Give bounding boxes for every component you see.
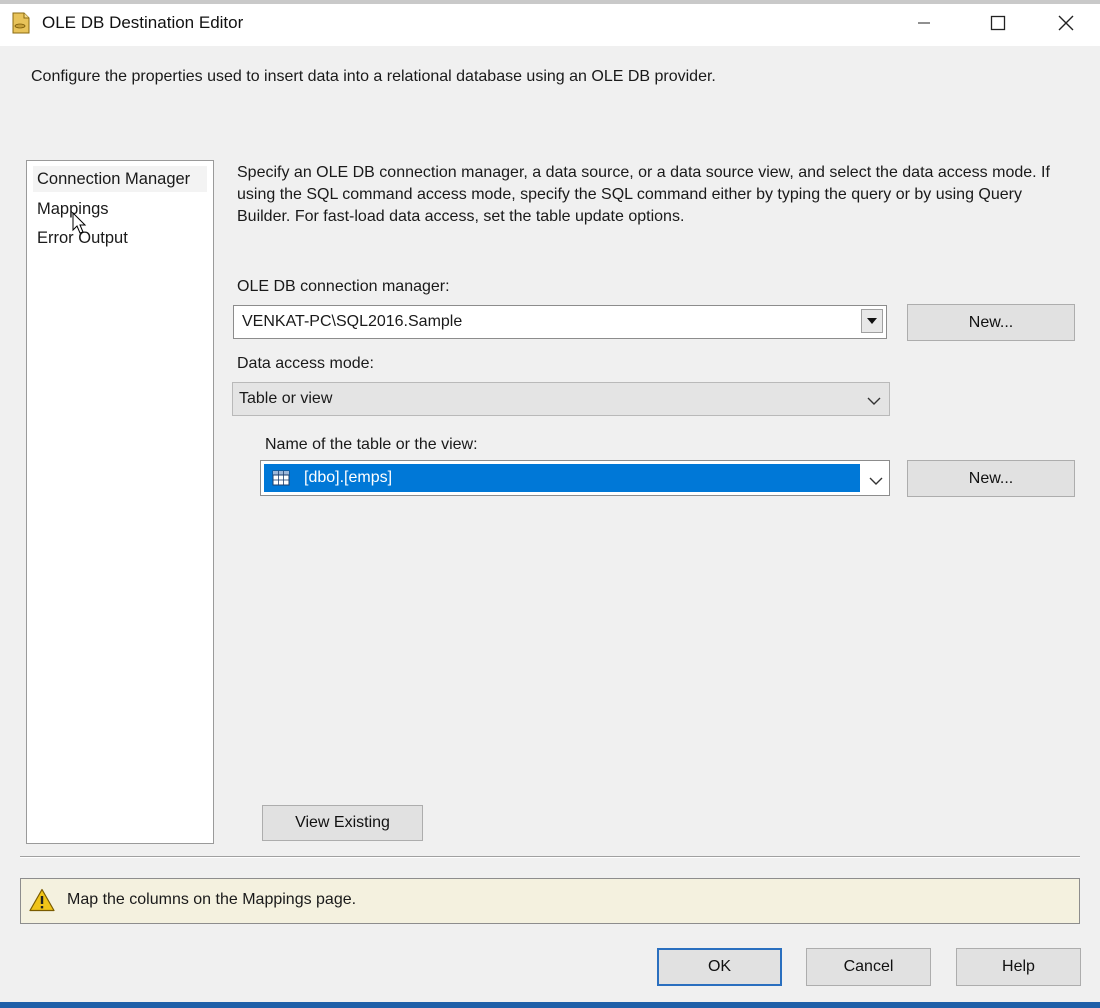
- maximize-icon: [990, 15, 1006, 31]
- minimize-button[interactable]: [904, 6, 944, 40]
- close-button[interactable]: [1046, 6, 1086, 40]
- dialog-description: Configure the properties used to insert …: [31, 68, 716, 85]
- nav-item-mappings[interactable]: Mappings: [33, 196, 207, 222]
- connection-manager-value: VENKAT-PC\SQL2016.Sample: [242, 313, 463, 330]
- connection-manager-label: OLE DB connection manager:: [237, 278, 450, 295]
- title-bar: OLE DB Destination Editor: [0, 0, 1100, 46]
- data-access-mode-value: Table or view: [239, 390, 333, 407]
- message-text: Map the columns on the Mappings page.: [67, 891, 357, 908]
- page-nav-list: Connection Manager Mappings Error Output: [26, 160, 214, 844]
- close-icon: [1058, 15, 1074, 31]
- ok-button[interactable]: OK: [657, 948, 782, 986]
- triangle-down-icon: [867, 318, 877, 324]
- dropdown-button[interactable]: [861, 309, 883, 333]
- message-bar: Map the columns on the Mappings page.: [20, 878, 1080, 924]
- data-access-mode-select[interactable]: Table or view: [232, 382, 890, 416]
- maximize-button[interactable]: [978, 6, 1018, 40]
- cancel-button[interactable]: Cancel: [806, 948, 931, 986]
- new-table-button[interactable]: New...: [907, 460, 1075, 497]
- window-top-strip: [0, 0, 1100, 4]
- warning-icon: [29, 888, 55, 917]
- chevron-down-icon: [867, 393, 881, 411]
- data-access-mode-label: Data access mode:: [237, 355, 374, 372]
- nav-item-connection-manager[interactable]: Connection Manager: [33, 166, 207, 192]
- page-instructions: Specify an OLE DB connection manager, a …: [237, 164, 1050, 225]
- table-icon: [272, 470, 290, 491]
- connection-manager-select[interactable]: VENKAT-PC\SQL2016.Sample: [233, 305, 887, 339]
- table-name-select[interactable]: [dbo].[emps]: [260, 460, 890, 496]
- nav-item-error-output[interactable]: Error Output: [33, 225, 207, 251]
- window-title: OLE DB Destination Editor: [42, 13, 244, 32]
- minimize-icon: [918, 22, 930, 24]
- selected-table-highlight: [dbo].[emps]: [264, 464, 860, 492]
- divider-highlight: [20, 857, 1080, 858]
- new-connection-button[interactable]: New...: [907, 304, 1075, 341]
- table-name-label: Name of the table or the view:: [265, 436, 478, 453]
- help-button[interactable]: Help: [956, 948, 1081, 986]
- database-file-icon: [11, 11, 31, 35]
- view-existing-button[interactable]: View Existing: [262, 805, 423, 841]
- table-name-value: [dbo].[emps]: [304, 469, 393, 486]
- dialog-window: OLE DB Destination Editor Configure the …: [0, 0, 1100, 1008]
- chevron-down-icon: [869, 473, 883, 491]
- taskbar-strip: [0, 1002, 1100, 1008]
